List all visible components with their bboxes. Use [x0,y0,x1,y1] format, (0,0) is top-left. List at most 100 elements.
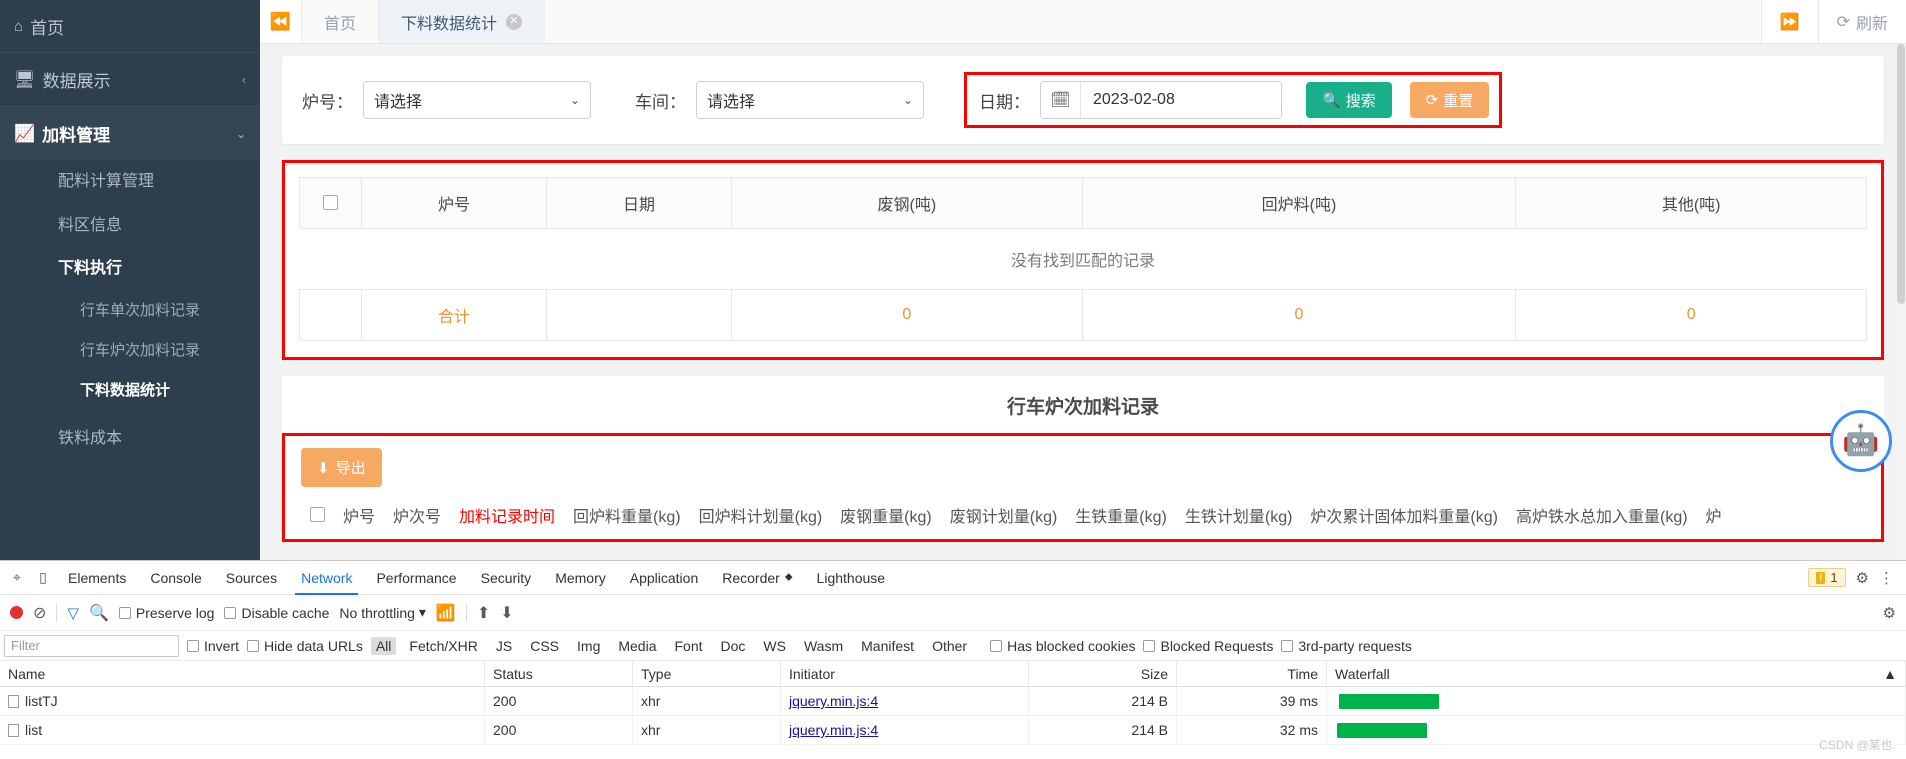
export-har-icon[interactable]: ⬇ [500,603,513,623]
filter-type-fetch-xhr[interactable]: Fetch/XHR [404,637,482,655]
page-scrollbar[interactable] [1896,44,1906,560]
filter-input[interactable]: Filter [4,634,179,657]
preserve-log-checkbox[interactable]: Preserve log [118,605,214,621]
devtools-tab-performance[interactable]: Performance [364,561,468,595]
checkbox-box[interactable] [247,639,260,652]
devtools-tab-recorder[interactable]: Recorder ⬥ [710,561,804,595]
date-input[interactable]: 2023-02-08 [1081,82,1281,118]
devtools-more-icon[interactable]: ⋮ [1879,569,1894,587]
column-header-initiator[interactable]: Initiator [781,660,1029,687]
filter-type-other[interactable]: Other [927,637,972,655]
column-header: 炉号 [361,177,547,229]
sidebar-item-batching-calc[interactable]: 配料计算管理 [0,160,260,204]
third-party-requests-checkbox[interactable]: 3rd-party requests [1281,638,1412,654]
column-header-highlighted: 加料记录时间 [459,509,556,526]
wifi-icon[interactable]: 📶 [436,603,456,623]
sidebar-item-heat-feed-record[interactable]: 行车炉次加料记录 [0,331,215,371]
clear-icon[interactable]: ⊘ [33,603,46,623]
select-all-checkbox[interactable] [323,195,338,211]
sidebar-item-discharge-exec[interactable]: 下料执行 [0,247,260,291]
filter-type-doc[interactable]: Doc [716,637,751,655]
checkbox-box[interactable] [224,606,237,619]
filter-type-js[interactable]: JS [491,637,517,655]
filter-type-ws[interactable]: WS [758,637,791,655]
filter-type-wasm[interactable]: Wasm [799,637,848,655]
calendar-icon[interactable]: 🗓 [1041,82,1081,118]
filter-type-all[interactable]: All [370,636,397,655]
column-header-name[interactable]: Name [0,660,485,687]
has-blocked-cookies-checkbox[interactable]: Has blocked cookies [990,638,1135,654]
devtools-tab-lighthouse[interactable]: Lighthouse [805,561,898,595]
request-initiator[interactable]: jquery.min.js:4 [781,715,1029,745]
sidebar-item-material-zone[interactable]: 料区信息 [0,204,260,248]
column-header-waterfall[interactable]: Waterfall ▲ [1327,660,1906,687]
filter-type-media[interactable]: Media [613,637,661,655]
sidebar-item-feeding-management[interactable]: 📈 加料管理 ⌄ [0,107,260,160]
filter-type-img[interactable]: Img [572,637,605,655]
filter-type-font[interactable]: Font [670,637,708,655]
monitor-icon: 🖥 [14,69,36,89]
record-icon[interactable] [10,606,23,619]
export-button[interactable]: ⬇ 导出 [301,448,382,487]
table-row[interactable]: list 200 xhr jquery.min.js:4 214 B 32 ms [0,715,1906,745]
filter-icon[interactable]: ▽ [67,604,79,622]
devtools-tabbar: ⌖ ▯ Elements Console Sources Network Per… [0,561,1906,595]
select-all-checkbox[interactable] [310,507,325,523]
close-icon[interactable]: ✕ [506,13,523,30]
column-header-size[interactable]: Size [1029,660,1177,687]
devtools-tab-sources[interactable]: Sources [214,561,289,595]
checkbox-box[interactable] [118,606,131,619]
column-header-time[interactable]: Time [1177,660,1327,687]
section2-highlight: ⬇ 导出 炉号 炉次号 加料记录时间 回炉料重量(kg) 回炉料计划量(kg) … [282,433,1884,542]
devtools-tab-application[interactable]: Application [618,561,711,595]
warning-badge[interactable]: ! 1 [1808,568,1846,587]
devtools-tab-security[interactable]: Security [469,561,544,595]
tab-discharge-statistics[interactable]: 下料数据统计 ✕ [379,0,546,43]
devtools-settings-icon[interactable]: ⚙ [1856,569,1869,587]
import-har-icon[interactable]: ⬆ [477,603,490,623]
inspect-element-icon[interactable]: ⌖ [4,565,30,591]
filter-type-manifest[interactable]: Manifest [856,637,919,655]
device-toolbar-icon[interactable]: ▯ [30,565,56,591]
select-all-header [299,177,362,229]
invert-checkbox[interactable]: Invert [187,638,239,654]
sidebar-item-iron-cost[interactable]: 铁料成本 [0,412,260,461]
column-header-status[interactable]: Status [485,660,633,687]
furnace-select[interactable]: 请选择 ⌄ [363,81,591,119]
blocked-requests-checkbox[interactable]: Blocked Requests [1143,638,1273,654]
request-initiator[interactable]: jquery.min.js:4 [781,686,1029,716]
tab-home[interactable]: 首页 [302,0,380,43]
chatbot-button[interactable]: 🤖 [1830,410,1892,472]
hide-data-urls-checkbox[interactable]: Hide data URLs [247,638,363,654]
checkbox-box[interactable] [1281,639,1294,652]
page-scrollbar-thumb[interactable] [1897,44,1905,304]
total-value: 0 [731,289,1083,341]
search-button[interactable]: 🔍 搜索 [1306,82,1392,118]
throttling-select[interactable]: No throttling ▾ [339,604,426,621]
devtools-tab-memory[interactable]: Memory [543,561,618,595]
sidebar-home[interactable]: ⌂ 首页 [0,0,260,52]
invert-label: Invert [204,637,240,654]
network-settings-icon[interactable]: ⚙ [1883,604,1896,622]
table-row[interactable]: listTJ 200 xhr jquery.min.js:4 214 B 39 … [0,686,1906,716]
reset-button[interactable]: ⟳ 重置 [1409,82,1490,118]
filter-type-css[interactable]: CSS [525,637,564,655]
devtools-tab-console[interactable]: Console [138,561,213,595]
disable-cache-checkbox[interactable]: Disable cache [224,605,329,621]
checkbox-box[interactable] [990,639,1003,652]
sidebar-item-data-display[interactable]: 🖥 数据展示 ‹ [0,53,260,106]
initiator-link[interactable]: jquery.min.js:4 [789,722,878,738]
devtools-tab-network[interactable]: Network [289,561,364,595]
column-header-type[interactable]: Type [633,660,781,687]
initiator-link[interactable]: jquery.min.js:4 [789,693,878,709]
workshop-select[interactable]: 请选择 ⌄ [696,81,924,119]
search-icon[interactable]: 🔍 [89,603,109,623]
devtools-tab-elements[interactable]: Elements [56,561,138,595]
tabs-scroll-left-icon[interactable]: ⏪ [260,0,302,43]
sidebar-item-discharge-statistics[interactable]: 下料数据统计 [0,371,215,411]
sidebar-item-single-feed-record[interactable]: 行车单次加料记录 [0,291,215,331]
checkbox-box[interactable] [1143,639,1156,652]
refresh-button[interactable]: ⟳ 刷新 [1817,0,1906,43]
checkbox-box[interactable] [187,639,199,652]
tabs-scroll-right-icon[interactable]: ⏩ [1760,0,1818,43]
